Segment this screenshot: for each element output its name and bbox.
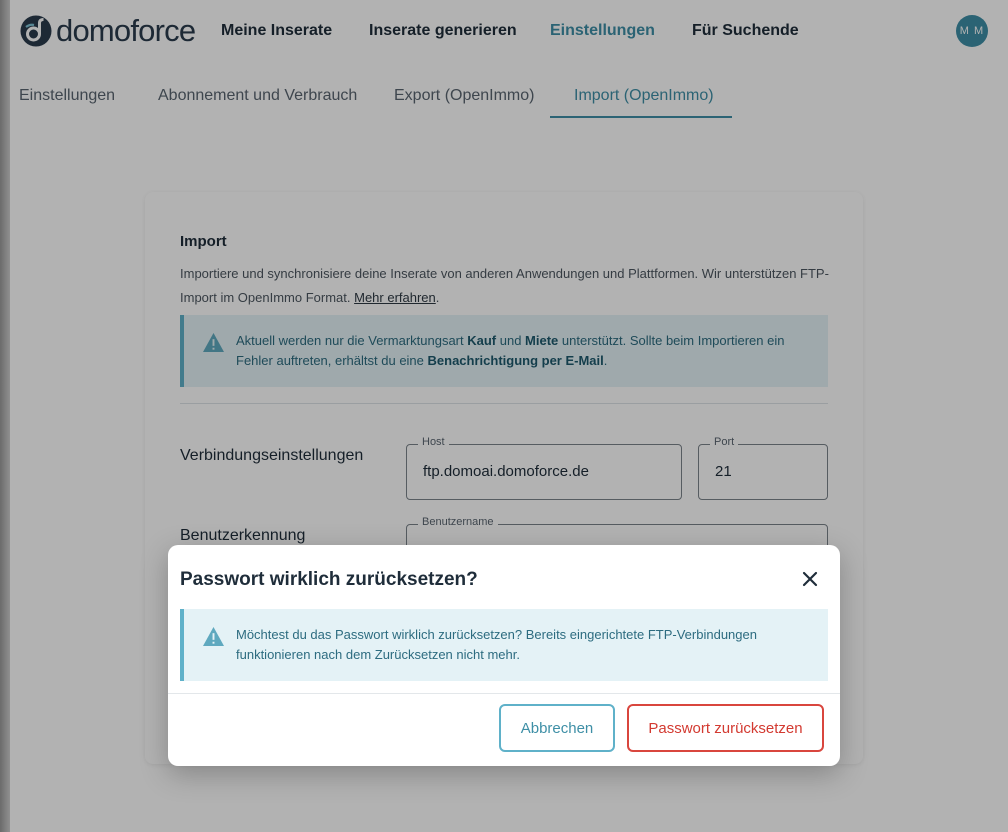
- dialog-warning-text: Möchtest du das Passwort wirklich zurück…: [236, 627, 757, 662]
- reset-password-dialog: Passwort wirklich zurücksetzen? Möchtest…: [168, 545, 840, 766]
- cancel-button[interactable]: Abbrechen: [499, 704, 615, 752]
- reset-password-button[interactable]: Passwort zurücksetzen: [627, 704, 824, 752]
- warning-icon: [203, 626, 224, 647]
- dialog-title: Passwort wirklich zurücksetzen?: [180, 569, 478, 590]
- dialog-divider: [168, 693, 840, 694]
- dialog-warning-alert: Möchtest du das Passwort wirklich zurück…: [180, 609, 828, 681]
- close-icon[interactable]: [800, 569, 820, 589]
